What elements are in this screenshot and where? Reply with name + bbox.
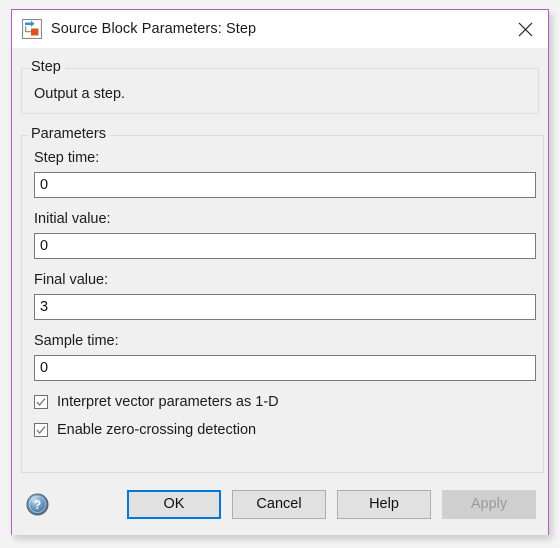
close-icon xyxy=(518,22,532,36)
parameters-legend: Parameters xyxy=(28,126,110,142)
close-button[interactable] xyxy=(502,10,548,48)
simulink-block-icon xyxy=(22,19,42,39)
final-value-label: Final value: xyxy=(34,272,109,288)
enable-zero-crossing-checkbox[interactable]: Enable zero-crossing detection xyxy=(34,422,536,438)
checkbox-label: Enable zero-crossing detection xyxy=(57,422,257,438)
dialog-title: Source Block Parameters: Step xyxy=(51,21,257,37)
final-value-input[interactable] xyxy=(34,294,536,320)
check-icon xyxy=(36,426,46,435)
initial-value-input[interactable] xyxy=(34,233,536,259)
help-circle-icon[interactable]: ? xyxy=(26,492,49,516)
block-description-legend: Step xyxy=(28,59,65,75)
block-description-group: Step Output a step. xyxy=(21,59,539,114)
block-description-text: Output a step. xyxy=(34,86,126,102)
dialog-titlebar: Source Block Parameters: Step xyxy=(12,10,548,48)
cancel-button[interactable]: Cancel xyxy=(232,489,326,519)
apply-button: Apply xyxy=(442,489,536,519)
source-block-parameters-dialog: Source Block Parameters: Step Step Outpu… xyxy=(11,9,549,535)
checkbox-label: Interpret vector parameters as 1-D xyxy=(57,394,279,410)
check-icon xyxy=(36,398,46,407)
parameters-group: Parameters Step time: Initial value: Fin… xyxy=(21,126,544,473)
checkbox-box xyxy=(34,395,48,409)
dialog-body: Step Output a step. Parameters Step time… xyxy=(12,48,548,473)
sample-time-label: Sample time: xyxy=(34,333,119,349)
step-time-input[interactable] xyxy=(34,172,536,198)
checkbox-box xyxy=(34,423,48,437)
interpret-vector-parameters-checkbox[interactable]: Interpret vector parameters as 1-D xyxy=(34,394,536,410)
help-button[interactable]: Help xyxy=(337,489,431,519)
parameters-fields: Step time: Initial value: Final value: S… xyxy=(29,136,536,438)
dialog-actions: OK Cancel Help Apply xyxy=(127,489,536,519)
svg-text:?: ? xyxy=(34,498,41,512)
ok-button[interactable]: OK xyxy=(127,489,221,519)
dialog-button-bar: ? OK Cancel Help Apply xyxy=(12,473,548,535)
initial-value-label: Initial value: xyxy=(34,211,111,227)
step-time-label: Step time: xyxy=(34,150,100,166)
sample-time-input[interactable] xyxy=(34,355,536,381)
